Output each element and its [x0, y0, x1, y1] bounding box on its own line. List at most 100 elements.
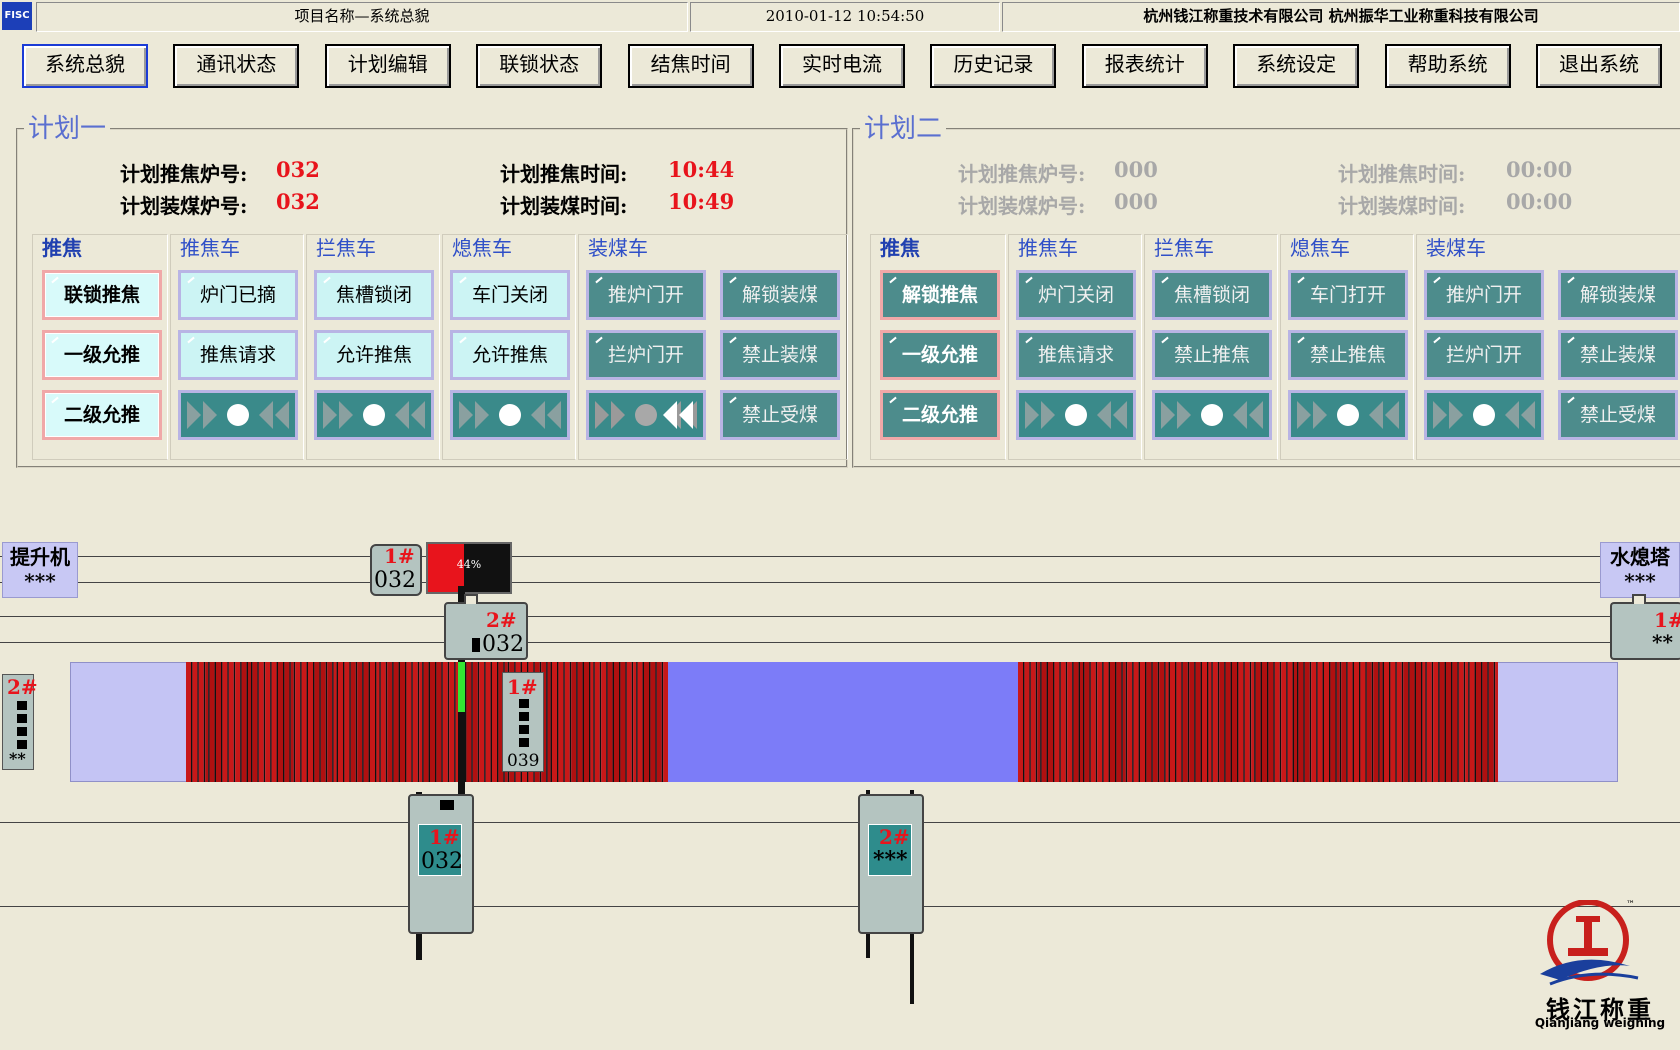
- plan2-quench-button-1[interactable]: 禁止推焦: [1288, 330, 1408, 380]
- plan1-transfer-indicator-1[interactable]: [178, 390, 298, 440]
- nav-button-8[interactable]: 系统设定: [1233, 44, 1360, 88]
- plan2-pusher-button-1-label: 推焦请求: [1037, 344, 1114, 366]
- left-car-tag[interactable]: 2# **: [2, 674, 38, 770]
- oven-chamber: [252, 662, 258, 782]
- oven-chamber: [547, 662, 551, 782]
- plan1-quench-button-1[interactable]: 允许推焦: [450, 330, 570, 380]
- plan1-quench-button-0[interactable]: 车门关闭: [450, 270, 570, 320]
- plan1-charger-button-2[interactable]: 拦炉门开: [586, 330, 706, 380]
- hoist-value: ***: [24, 569, 56, 593]
- plan2-transfer-indicator-2[interactable]: [1152, 390, 1272, 440]
- oven-chamber: [442, 662, 448, 782]
- oven-block-2: [1018, 662, 1498, 782]
- oven-chamber: [412, 662, 418, 782]
- oven-chamber: [1366, 662, 1372, 782]
- plan1-guide-button-1[interactable]: 允许推焦: [314, 330, 434, 380]
- oven-chamber: [186, 662, 191, 782]
- plan2-push-button-1[interactable]: 一级允推: [880, 330, 1000, 380]
- plan2-charger-button-2[interactable]: 拦炉门开: [1424, 330, 1544, 380]
- quench-car-1[interactable]: 1# 032: [408, 794, 474, 934]
- quench-car-2[interactable]: 2# ***: [858, 794, 924, 934]
- oven-chamber: [1458, 662, 1464, 782]
- plan2-charger-button-3[interactable]: 禁止装煤: [1558, 330, 1678, 380]
- plan1-guide-button-0[interactable]: 焦槽锁闭: [314, 270, 434, 320]
- oven-chamber: [1146, 662, 1152, 782]
- nav-button-5[interactable]: 实时电流: [779, 44, 905, 88]
- transfer-arrows-icon: [595, 401, 697, 429]
- oven-chamber: [656, 662, 662, 782]
- oven-chamber: [1336, 662, 1340, 782]
- plan2-pusher-button-0[interactable]: 炉门关闭: [1016, 270, 1136, 320]
- oven-chamber: [314, 662, 320, 782]
- quench-car-2-value: ***: [873, 847, 908, 873]
- plan1-charger-button-4[interactable]: 禁止受煤: [720, 390, 840, 440]
- oven-chamber: [333, 662, 337, 782]
- hoist-box[interactable]: 提升机 ***: [2, 542, 78, 598]
- charging-car-indicator-icon: [519, 699, 529, 749]
- charging-car-value: 039: [507, 751, 540, 771]
- guide-car-tag[interactable]: 2# 032: [444, 594, 528, 660]
- plan2-transfer-indicator-1[interactable]: [1016, 390, 1136, 440]
- plan1-charger-button-3[interactable]: 禁止装煤: [720, 330, 840, 380]
- oven-chamber: [558, 662, 564, 782]
- plan1-push-button-1[interactable]: 一级允推: [42, 330, 162, 380]
- right-car-tag[interactable]: 1# **: [1610, 594, 1680, 660]
- tower-box[interactable]: 水熄塔 ***: [1600, 542, 1680, 598]
- plan2-push-button-2[interactable]: 二级允推: [880, 390, 1000, 440]
- oven-chamber: [376, 662, 380, 782]
- oven-chamber: [1409, 662, 1415, 782]
- oven-chamber: [1390, 662, 1396, 782]
- oven-chamber: [1116, 662, 1122, 782]
- nav-button-1[interactable]: 通讯状态: [173, 44, 300, 88]
- plan2-transfer-indicator-3[interactable]: [1288, 390, 1408, 440]
- oven-chamber: [1219, 662, 1225, 782]
- plan2-charger-button-4[interactable]: 禁止受煤: [1558, 390, 1678, 440]
- oven-chamber: [1324, 662, 1329, 782]
- oven-chamber: [301, 662, 307, 782]
- left-car-value: **: [9, 749, 26, 768]
- plan2-guide-button-0[interactable]: 焦槽锁闭: [1152, 270, 1272, 320]
- plan2-charge-oven-value: 000: [1114, 189, 1158, 214]
- plan1-push-button-0[interactable]: 联锁推焦: [42, 270, 162, 320]
- plan2-charger-button-0[interactable]: 推炉门开: [1424, 270, 1544, 320]
- plan1-charger-button-0[interactable]: 推炉门开: [586, 270, 706, 320]
- nav-button-3[interactable]: 联锁状态: [476, 44, 603, 88]
- nav-button-2[interactable]: 计划编辑: [324, 44, 451, 88]
- plan2-charger-button-1[interactable]: 解锁装煤: [1558, 270, 1678, 320]
- guide-car-value: 032: [482, 632, 524, 657]
- plan2-quench-button-1-label: 禁止推焦: [1309, 344, 1386, 366]
- plan1-pusher-button-0[interactable]: 炉门已摘: [178, 270, 298, 320]
- plan1-transfer-indicator-3[interactable]: [450, 390, 570, 440]
- plan1-column-head-1: 推焦车: [180, 236, 240, 260]
- plan1-charger-button-4-label: 禁止受煤: [741, 404, 818, 426]
- nav-button-9[interactable]: 帮助系统: [1384, 44, 1511, 88]
- plan2-quench-button-0[interactable]: 车门打开: [1288, 270, 1408, 320]
- plan2-transfer-indicator-4[interactable]: [1424, 390, 1544, 440]
- nav-button-7[interactable]: 报表统计: [1081, 44, 1208, 88]
- oven-chamber: [357, 662, 363, 782]
- oven-chamber: [278, 662, 283, 782]
- plan1-pusher-button-1[interactable]: 推焦请求: [178, 330, 298, 380]
- guide-car-handle: [464, 594, 478, 604]
- plan2-pusher-button-1[interactable]: 推焦请求: [1016, 330, 1136, 380]
- nav-button-6[interactable]: 历史记录: [930, 44, 1057, 88]
- plan2-guide-button-1[interactable]: 禁止推焦: [1152, 330, 1272, 380]
- plan1-push-button-2[interactable]: 二级允推: [42, 390, 162, 440]
- plan1-column-head-3: 熄焦车: [452, 236, 512, 260]
- coke-car-tag[interactable]: 1# 032: [370, 544, 422, 596]
- plan2-push-button-0[interactable]: 解锁推焦: [880, 270, 1000, 320]
- charging-car-tag[interactable]: 1# 039: [502, 672, 544, 772]
- nav-button-4[interactable]: 结焦时间: [627, 44, 754, 88]
- nav-button-10[interactable]: 退出系统: [1536, 44, 1662, 88]
- plan1-transfer-indicator-4[interactable]: [586, 390, 706, 440]
- oven-gap: [668, 662, 1018, 782]
- oven-chamber: [1202, 662, 1207, 782]
- oven-chamber: [1170, 662, 1175, 782]
- plan2-push-button-1-label: 一级允推: [901, 344, 978, 366]
- plan1-charger-button-1[interactable]: 解锁装煤: [720, 270, 840, 320]
- ram-active-indicator: [458, 662, 465, 712]
- oven-chamber: [1268, 662, 1274, 782]
- oven-chamber: [1189, 662, 1195, 782]
- plan1-transfer-indicator-2[interactable]: [314, 390, 434, 440]
- nav-button-0[interactable]: 系统总貌: [22, 44, 148, 88]
